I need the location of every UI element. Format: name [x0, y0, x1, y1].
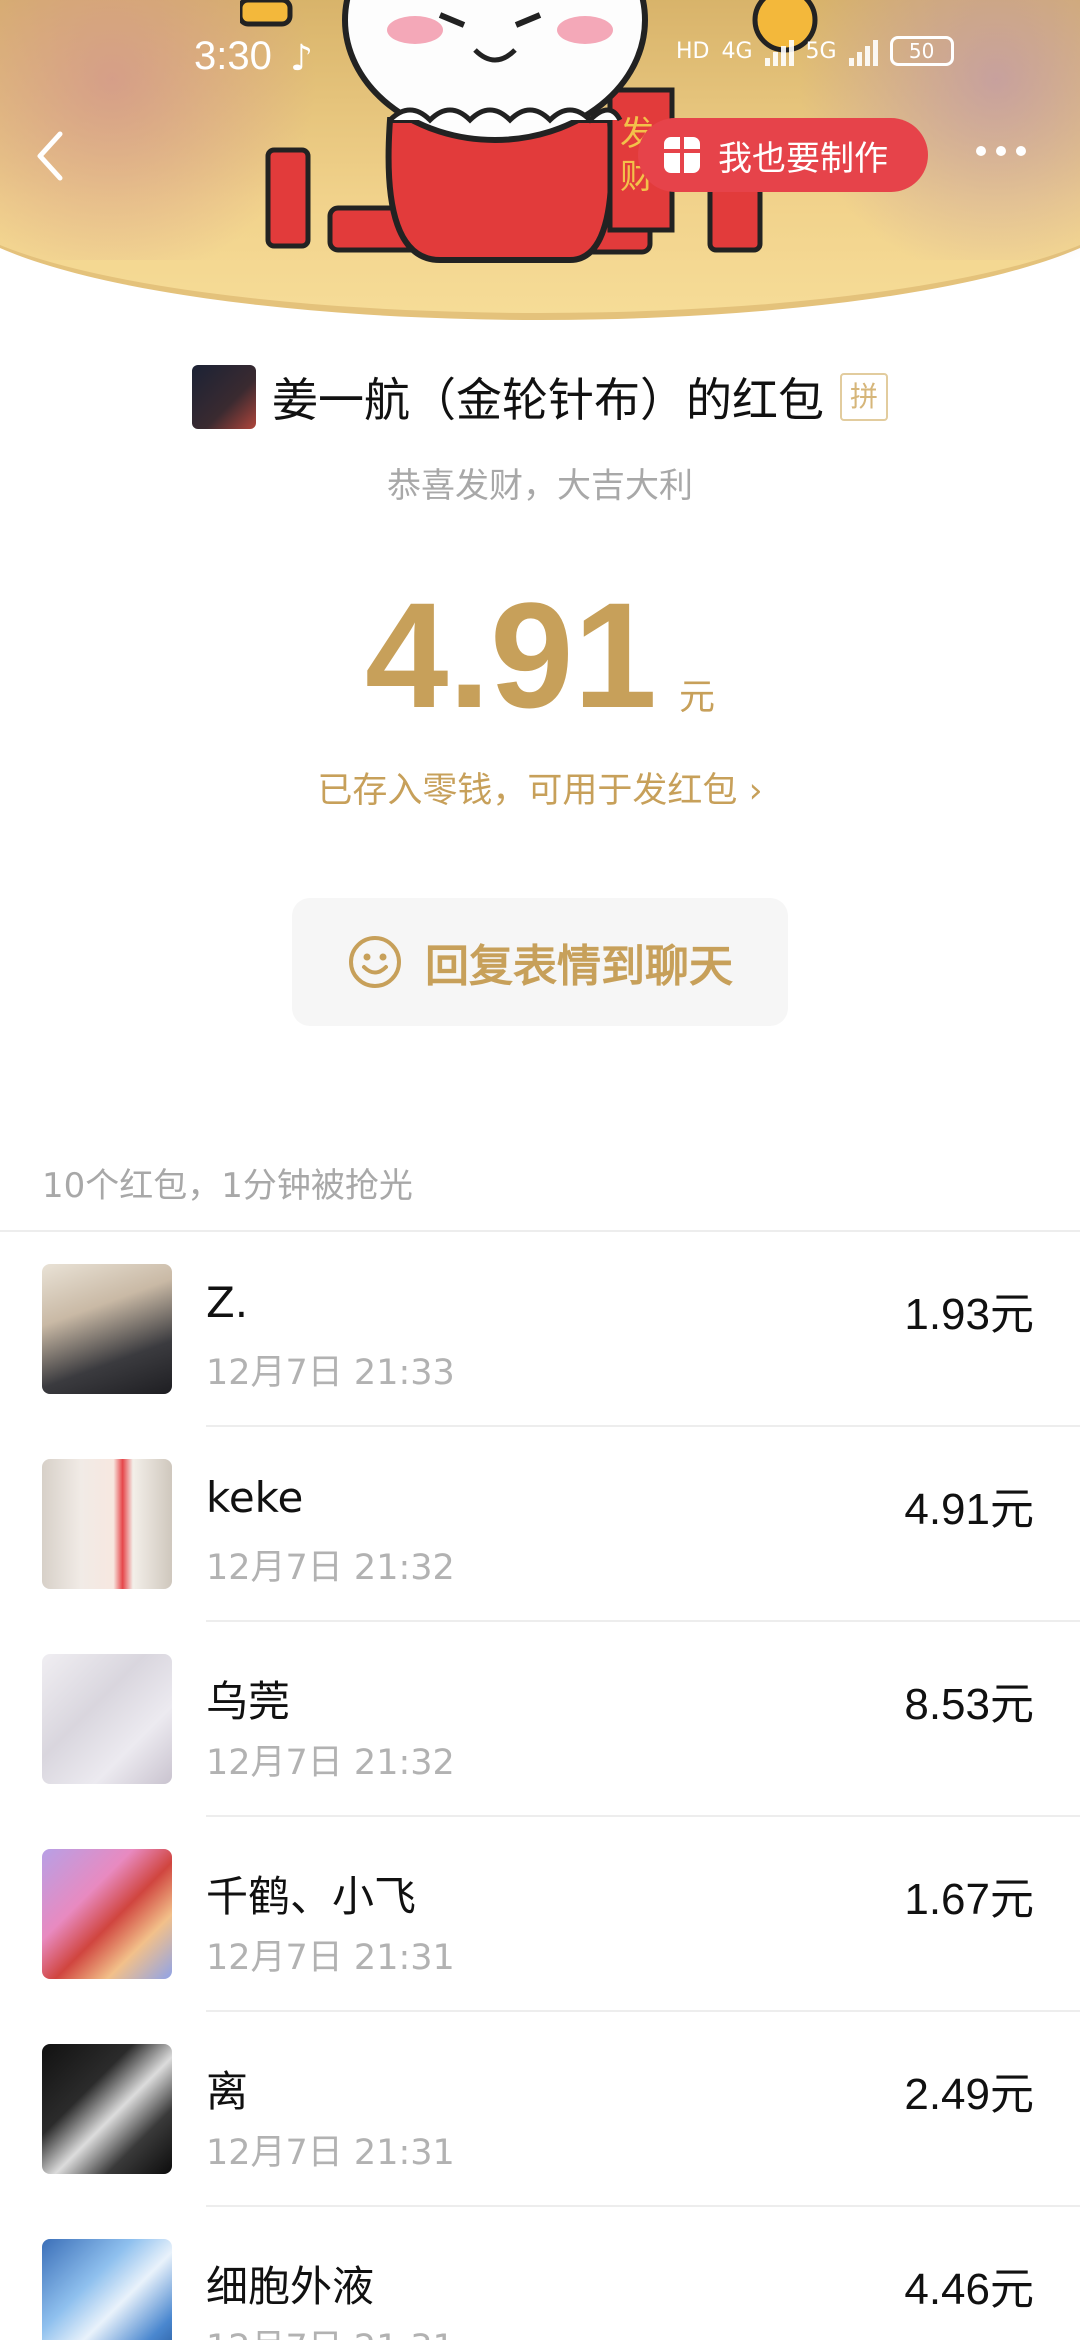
claim-amount: 8.53元: [904, 1680, 1034, 1729]
battery-icon: 50: [889, 36, 954, 66]
claim-amount: 2.49元: [904, 2070, 1034, 2119]
claim-time: 12月7日 21:33: [206, 1353, 455, 1393]
avatar: [42, 1459, 172, 1589]
deposit-note: 已存入零钱，可用于发红包: [317, 771, 738, 811]
list-item[interactable]: keke 12月7日 21:32 4.91元: [0, 1427, 1080, 1622]
red-packet-detail-page: 发 财 3:30 ♪ HD 4G 5G 50 我也要制作 姜一航（金轮针布）的红…: [0, 0, 1080, 2340]
avatar: [42, 2044, 172, 2174]
claim-amount: 4.46元: [904, 2265, 1034, 2314]
hd-label: HD: [676, 38, 710, 64]
list-item[interactable]: 千鹤、小飞 12月7日 21:31 1.67元: [0, 1817, 1080, 2012]
avatar: [42, 1264, 172, 1394]
clock: 3:30: [194, 34, 272, 78]
gift-icon: [664, 137, 700, 173]
chevron-right-icon: ›: [748, 771, 763, 811]
network-4g-label: 4G: [721, 38, 753, 64]
avatar: [42, 2239, 172, 2340]
claimer-name: 千鹤、小飞: [206, 1872, 417, 1921]
greeting-text: 恭喜发财，大吉大利: [387, 466, 693, 506]
claim-amount: 1.67元: [904, 1875, 1034, 1924]
status-icons: HD 4G 5G 50: [676, 36, 954, 66]
claimer-name: 细胞外液: [206, 2262, 375, 2311]
header-banner: 发 财 3:30 ♪ HD 4G 5G 50 我也要制作: [0, 0, 1080, 330]
list-item[interactable]: 细胞外液 12月7日 21:31 4.46元: [0, 2207, 1080, 2340]
claim-time: 12月7日 21:31: [206, 2133, 455, 2173]
avatar: [42, 1849, 172, 1979]
smiley-icon: [349, 936, 401, 988]
claim-time: 12月7日 21:32: [206, 1743, 455, 1783]
claims-summary: 10个红包，1分钟被抢光: [42, 1166, 413, 1206]
list-item[interactable]: 乌莞 12月7日 21:32 8.53元: [0, 1622, 1080, 1817]
network-5g-label: 5G: [805, 38, 837, 64]
sender-name: 姜一航（金轮针布）的红包: [272, 373, 824, 427]
tiktok-icon: ♪: [290, 38, 313, 79]
claims-list: Z. 12月7日 21:33 1.93元 keke 12月7日 21:32 4.…: [0, 1232, 1080, 2340]
more-options-icon[interactable]: [976, 146, 1026, 156]
claimer-name: 离: [206, 2067, 249, 2116]
amount-row: 4.91 元: [0, 580, 1080, 730]
signal-icon-2: [848, 36, 878, 66]
claimer-name: Z.: [206, 1278, 249, 1327]
claim-time: 12月7日 21:31: [206, 2319, 455, 2340]
amount-unit: 元: [678, 677, 715, 718]
claim-amount: 1.93元: [904, 1290, 1034, 1339]
make-button-label: 我也要制作: [718, 138, 888, 179]
sender-row: 姜一航（金轮针布）的红包 拼: [0, 362, 1080, 432]
group-packet-badge: 拼: [840, 373, 888, 421]
sender-avatar[interactable]: [192, 365, 256, 429]
signal-icon-1: [764, 36, 794, 66]
list-item[interactable]: 离 12月7日 21:31 2.49元: [0, 2012, 1080, 2207]
reply-button-label: 回复表情到聊天: [425, 941, 733, 992]
claim-time: 12月7日 21:31: [206, 1938, 455, 1978]
list-item[interactable]: Z. 12月7日 21:33 1.93元: [0, 1232, 1080, 1427]
avatar: [42, 1654, 172, 1784]
received-amount: 4.91: [365, 571, 657, 739]
make-my-own-button[interactable]: 我也要制作: [638, 118, 928, 192]
reply-sticker-button[interactable]: 回复表情到聊天: [292, 898, 788, 1026]
back-arrow-icon[interactable]: [30, 126, 70, 186]
claimer-name: 乌莞: [206, 1677, 291, 1726]
status-bar: 3:30 ♪ HD 4G 5G 50: [0, 30, 1080, 90]
claim-time: 12月7日 21:32: [206, 1548, 455, 1588]
claimer-name: keke: [206, 1473, 304, 1522]
claim-amount: 4.91元: [904, 1485, 1034, 1534]
deposit-link[interactable]: 已存入零钱，可用于发红包 ›: [0, 762, 1080, 813]
